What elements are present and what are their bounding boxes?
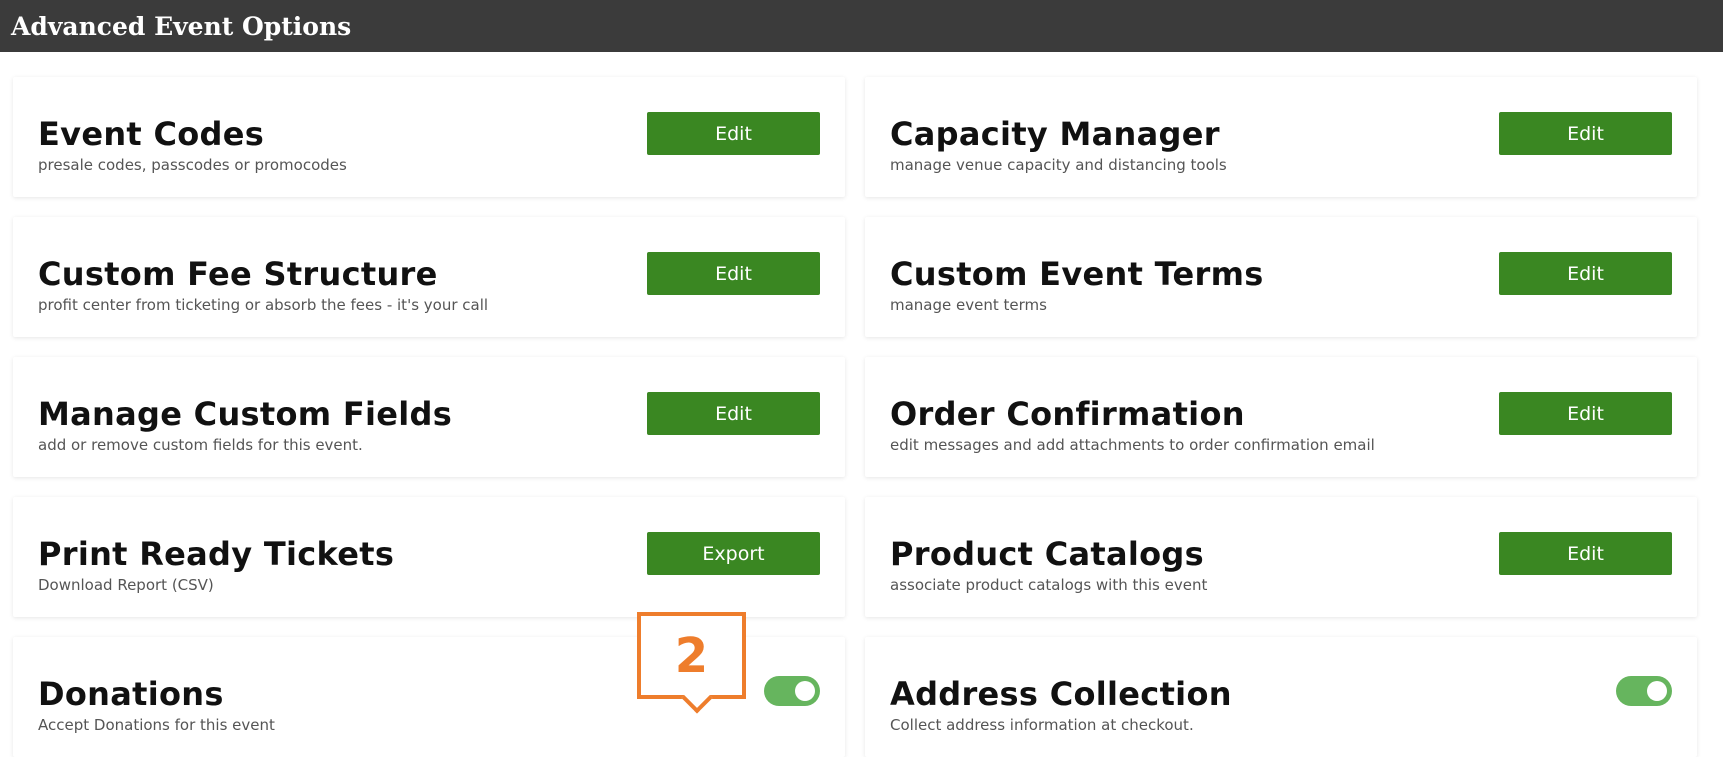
- annotation-callout: 2: [637, 612, 746, 714]
- card-title: Manage Custom Fields: [38, 395, 453, 433]
- capacity-manager-card: Capacity Manager manage venue capacity a…: [865, 77, 1697, 197]
- card-subtitle: associate product catalogs with this eve…: [890, 576, 1208, 594]
- card-title: Address Collection: [890, 675, 1232, 713]
- event-codes-edit-button[interactable]: Edit: [647, 112, 820, 155]
- card-title: Order Confirmation: [890, 395, 1245, 433]
- product-catalogs-edit-button[interactable]: Edit: [1499, 532, 1672, 575]
- toggle-knob: [795, 681, 815, 701]
- card-title: Event Codes: [38, 115, 265, 153]
- manage-custom-fields-edit-button[interactable]: Edit: [647, 392, 820, 435]
- card-title: Custom Fee Structure: [38, 255, 438, 293]
- address-collection-card: Address Collection Collect address infor…: [865, 637, 1697, 757]
- page-header: Advanced Event Options: [0, 0, 1723, 52]
- card-subtitle: profit center from ticketing or absorb t…: [38, 296, 489, 314]
- donations-toggle[interactable]: [764, 676, 820, 706]
- custom-event-terms-edit-button[interactable]: Edit: [1499, 252, 1672, 295]
- card-subtitle: Collect address information at checkout.: [890, 716, 1194, 734]
- card-title: Capacity Manager: [890, 115, 1220, 153]
- page-title: Advanced Event Options: [11, 11, 352, 41]
- options-grid: Event Codes presale codes, passcodes or …: [13, 77, 1697, 757]
- annotation-number: 2: [674, 627, 709, 684]
- custom-fee-structure-card: Custom Fee Structure profit center from …: [13, 217, 845, 337]
- product-catalogs-card: Product Catalogs associate product catal…: [865, 497, 1697, 617]
- order-confirmation-edit-button[interactable]: Edit: [1499, 392, 1672, 435]
- card-subtitle: presale codes, passcodes or promocodes: [38, 156, 347, 174]
- address-collection-toggle[interactable]: [1616, 676, 1672, 706]
- card-subtitle: manage event terms: [890, 296, 1047, 314]
- card-subtitle: manage venue capacity and distancing too…: [890, 156, 1227, 174]
- card-title: Donations: [38, 675, 224, 713]
- custom-event-terms-card: Custom Event Terms manage event terms Ed…: [865, 217, 1697, 337]
- card-subtitle: add or remove custom fields for this eve…: [38, 436, 363, 454]
- custom-fee-structure-edit-button[interactable]: Edit: [647, 252, 820, 295]
- card-subtitle: Accept Donations for this event: [38, 716, 275, 734]
- print-ready-tickets-card: Print Ready Tickets Download Report (CSV…: [13, 497, 845, 617]
- print-ready-tickets-export-button[interactable]: Export: [647, 532, 820, 575]
- card-title: Print Ready Tickets: [38, 535, 395, 573]
- capacity-manager-edit-button[interactable]: Edit: [1499, 112, 1672, 155]
- toggle-knob: [1647, 681, 1667, 701]
- card-subtitle: Download Report (CSV): [38, 576, 214, 594]
- event-codes-card: Event Codes presale codes, passcodes or …: [13, 77, 845, 197]
- card-subtitle: edit messages and add attachments to ord…: [890, 436, 1375, 454]
- card-title: Custom Event Terms: [890, 255, 1264, 293]
- card-title: Product Catalogs: [890, 535, 1204, 573]
- manage-custom-fields-card: Manage Custom Fields add or remove custo…: [13, 357, 845, 477]
- order-confirmation-card: Order Confirmation edit messages and add…: [865, 357, 1697, 477]
